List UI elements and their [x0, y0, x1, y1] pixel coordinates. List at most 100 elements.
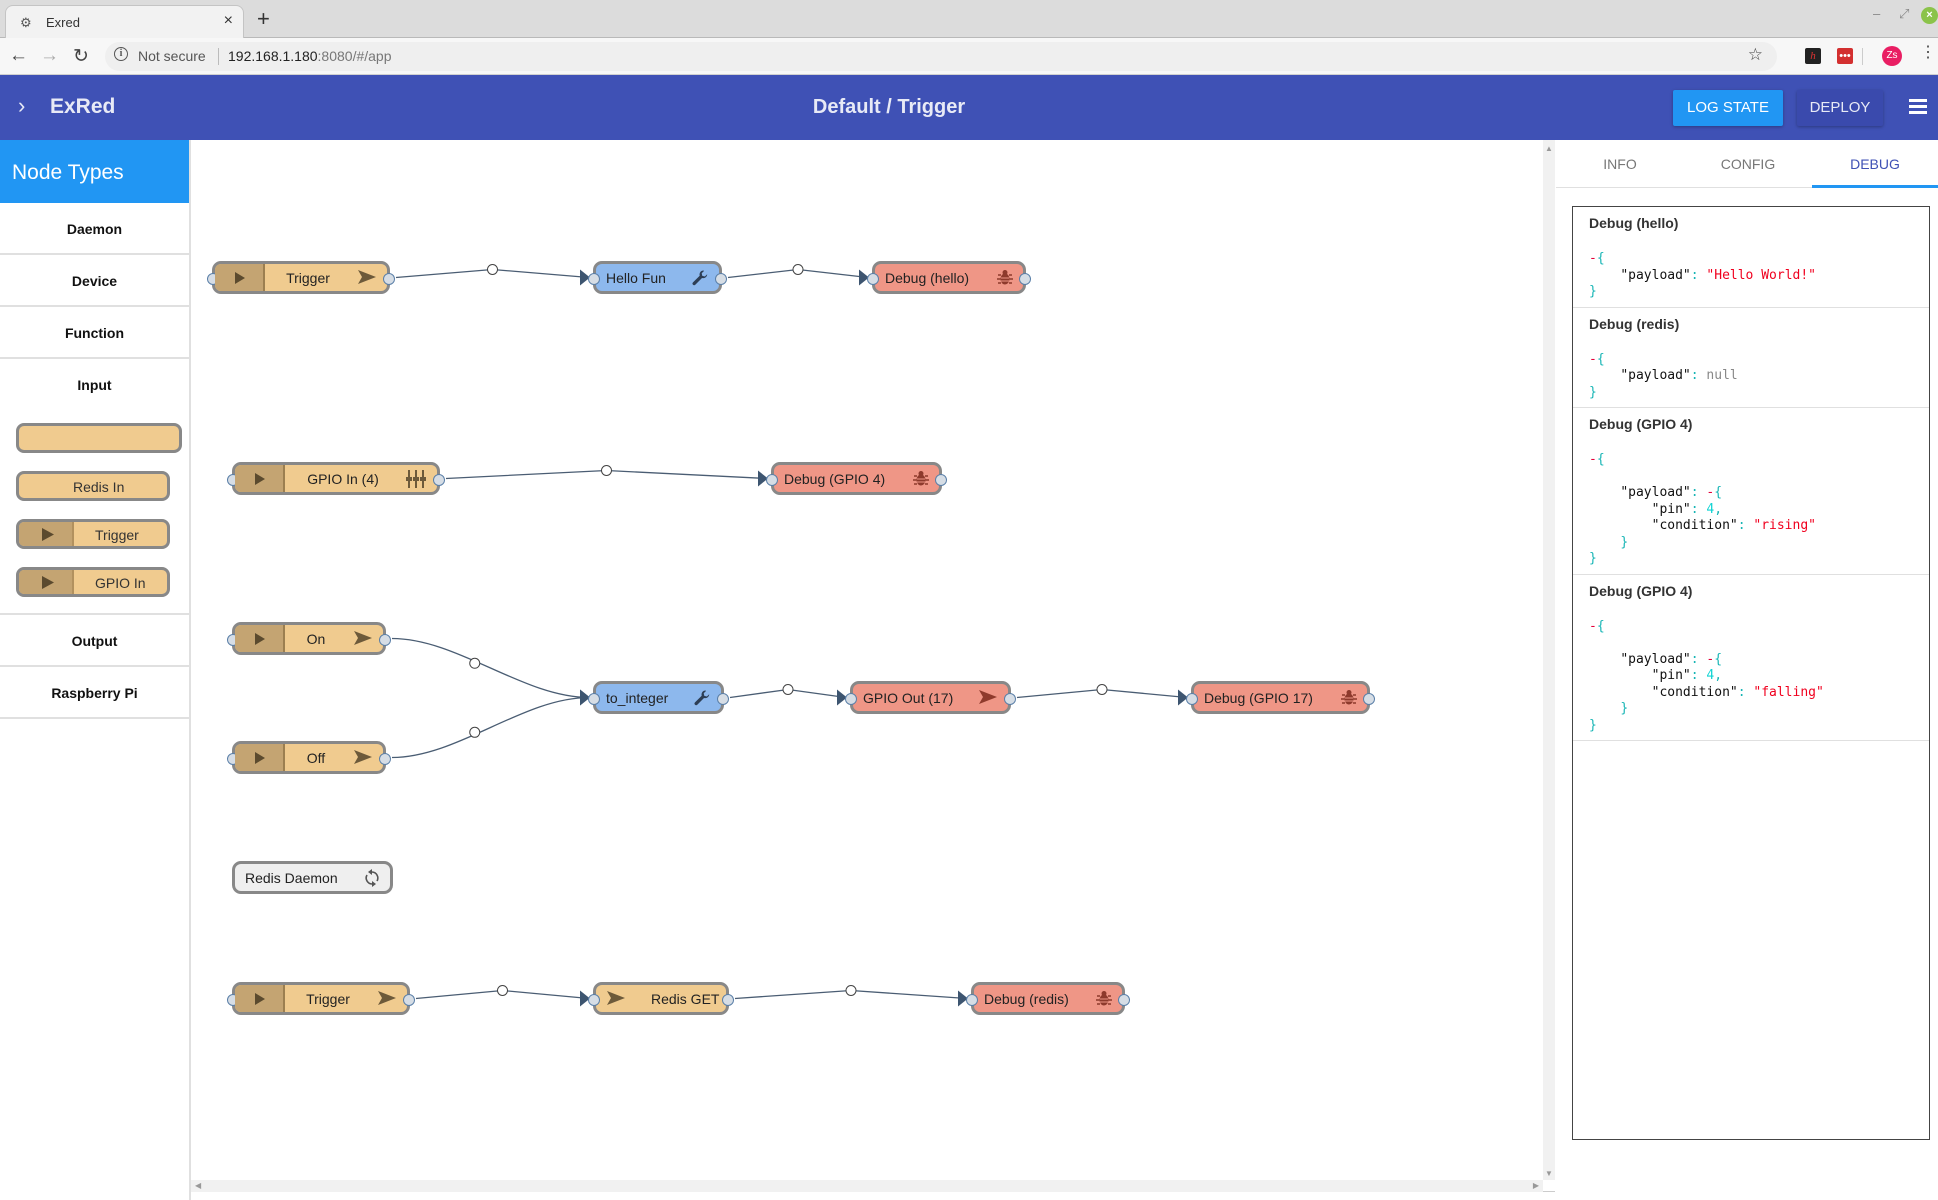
- browser-tab[interactable]: ⚙ Exred ×: [5, 5, 244, 39]
- output-port[interactable]: [715, 273, 727, 285]
- category-daemon[interactable]: Daemon: [0, 203, 189, 255]
- output-port[interactable]: [1019, 273, 1031, 285]
- flow-canvas[interactable]: [191, 140, 1555, 1192]
- flow-node-debug-gpio17[interactable]: Debug (GPIO 17): [1186, 681, 1375, 714]
- flow-node-on[interactable]: On: [227, 622, 391, 655]
- output-port[interactable]: [935, 474, 947, 486]
- input-palette: Redis In Trigger GPIO In: [0, 411, 189, 615]
- palette-node-redis-in[interactable]: Redis In: [16, 471, 170, 501]
- output-port[interactable]: [403, 994, 415, 1006]
- info-icon[interactable]: i: [114, 47, 128, 61]
- input-port[interactable]: [588, 273, 600, 285]
- output-port[interactable]: [379, 753, 391, 765]
- inject-button[interactable]: [215, 264, 265, 291]
- output-port[interactable]: [1004, 693, 1016, 705]
- tab-config[interactable]: CONFIG: [1684, 140, 1812, 188]
- tab-title: Exred: [46, 15, 80, 30]
- output-port[interactable]: [722, 994, 734, 1006]
- category-raspberry-pi[interactable]: Raspberry Pi: [0, 667, 189, 719]
- input-port[interactable]: [867, 273, 879, 285]
- inject-button[interactable]: [235, 625, 285, 652]
- scroll-left-icon[interactable]: ◀: [195, 1181, 201, 1190]
- output-port[interactable]: [717, 693, 729, 705]
- debug-entry: Debug (redis) -{ "payload": null }: [1573, 308, 1929, 408]
- input-port[interactable]: [845, 693, 857, 705]
- reload-icon[interactable]: ↻: [73, 45, 89, 68]
- output-port[interactable]: [1118, 994, 1130, 1006]
- extension-h-icon[interactable]: h: [1805, 48, 1821, 64]
- input-port[interactable]: [766, 474, 778, 486]
- play-icon: [42, 528, 54, 541]
- restore-icon[interactable]: ⤢: [1899, 6, 1909, 22]
- bug-icon: [1096, 990, 1112, 1011]
- flow-node-debug-hello[interactable]: Debug (hello): [867, 261, 1031, 294]
- canvas-vertical-scrollbar[interactable]: ▲ ▼: [1543, 140, 1555, 1180]
- log-state-button[interactable]: LOG STATE: [1673, 90, 1783, 126]
- collapse-toggle[interactable]: -: [1589, 452, 1597, 467]
- flow-node-trigger1[interactable]: Trigger: [207, 261, 395, 294]
- output-port[interactable]: [379, 634, 391, 646]
- browser-menu-icon[interactable]: ⋮: [1920, 45, 1936, 61]
- output-port[interactable]: [1363, 693, 1375, 705]
- node-label: Redis Daemon: [245, 870, 338, 886]
- scroll-down-icon[interactable]: ▼: [1545, 1169, 1553, 1178]
- minimize-icon[interactable]: –: [1873, 6, 1880, 21]
- tab-info[interactable]: INFO: [1556, 140, 1684, 188]
- close-tab-icon[interactable]: ×: [224, 12, 233, 30]
- address-bar[interactable]: i Not secure 192.168.1.180:8080/#/app ☆: [105, 42, 1777, 71]
- extension-lastpass-icon[interactable]: •••: [1837, 48, 1853, 64]
- canvas-horizontal-scrollbar[interactable]: ◀ ▶: [191, 1180, 1543, 1192]
- flow-node-redis-get[interactable]: Redis GET: [588, 982, 734, 1015]
- forward-icon[interactable]: →: [40, 45, 59, 67]
- input-port[interactable]: [966, 994, 978, 1006]
- scroll-up-icon[interactable]: ▲: [1545, 144, 1553, 153]
- send-icon: [353, 630, 373, 650]
- collapse-toggle[interactable]: -: [1589, 352, 1597, 367]
- category-device[interactable]: Device: [0, 255, 189, 307]
- output-port[interactable]: [383, 273, 395, 285]
- json-key: "pin": [1651, 501, 1691, 517]
- debug-entry-json: -{ "payload": null }: [1589, 351, 1738, 400]
- collapse-toggle[interactable]: -: [1589, 251, 1597, 266]
- tab-debug[interactable]: DEBUG: [1812, 140, 1938, 188]
- menu-icon[interactable]: [1909, 99, 1927, 114]
- inject-button[interactable]: [235, 744, 285, 771]
- input-port[interactable]: [1186, 693, 1198, 705]
- flow-node-off[interactable]: Off: [227, 741, 391, 774]
- new-tab-button[interactable]: +: [257, 6, 270, 32]
- category-function[interactable]: Function: [0, 307, 189, 359]
- inject-button[interactable]: [235, 465, 285, 492]
- window-close-icon[interactable]: ×: [1921, 7, 1938, 24]
- panel-tabs: INFO CONFIG DEBUG: [1556, 140, 1938, 188]
- flow-node-debug-gpio4[interactable]: Debug (GPIO 4): [766, 462, 947, 495]
- palette-node-trigger[interactable]: Trigger: [16, 519, 170, 549]
- input-port[interactable]: [588, 994, 600, 1006]
- back-icon[interactable]: ←: [9, 45, 28, 67]
- deploy-button[interactable]: DEPLOY: [1797, 90, 1883, 126]
- inject-button[interactable]: [235, 985, 285, 1012]
- flow-node-trigger2[interactable]: Trigger: [227, 982, 415, 1015]
- url-text[interactable]: 192.168.1.180:8080/#/app: [228, 48, 392, 64]
- profile-avatar[interactable]: Zs: [1882, 46, 1902, 66]
- flow-node-hello-fun[interactable]: Hello Fun: [588, 261, 727, 294]
- node-label: GPIO In (4): [307, 471, 379, 487]
- flow-node-gpio-out17[interactable]: GPIO Out (17): [845, 681, 1016, 714]
- node-label: GPIO Out (17): [863, 690, 954, 706]
- scroll-right-icon[interactable]: ▶: [1533, 1181, 1539, 1190]
- category-output[interactable]: Output: [0, 615, 189, 667]
- palette-node-gpio-in[interactable]: GPIO In: [16, 567, 170, 597]
- json-key: "payload": [1620, 267, 1691, 283]
- palette-node-unnamed[interactable]: [16, 423, 182, 453]
- json-value: "rising": [1753, 518, 1816, 533]
- category-input[interactable]: Input: [0, 359, 189, 411]
- flow-node-gpio-in4[interactable]: GPIO In (4): [227, 462, 445, 495]
- app-header: › ExRed Default / Trigger LOG STATE DEPL…: [0, 75, 1938, 140]
- send-icon: [978, 689, 998, 709]
- input-port[interactable]: [588, 693, 600, 705]
- collapse-toggle[interactable]: -: [1589, 619, 1597, 634]
- bookmark-star-icon[interactable]: ☆: [1748, 45, 1763, 65]
- flow-node-to-integer[interactable]: to_integer: [588, 681, 729, 714]
- output-port[interactable]: [433, 474, 445, 486]
- flow-node-debug-redis[interactable]: Debug (redis): [966, 982, 1130, 1015]
- flow-node-redis-daemon[interactable]: Redis Daemon: [232, 861, 393, 894]
